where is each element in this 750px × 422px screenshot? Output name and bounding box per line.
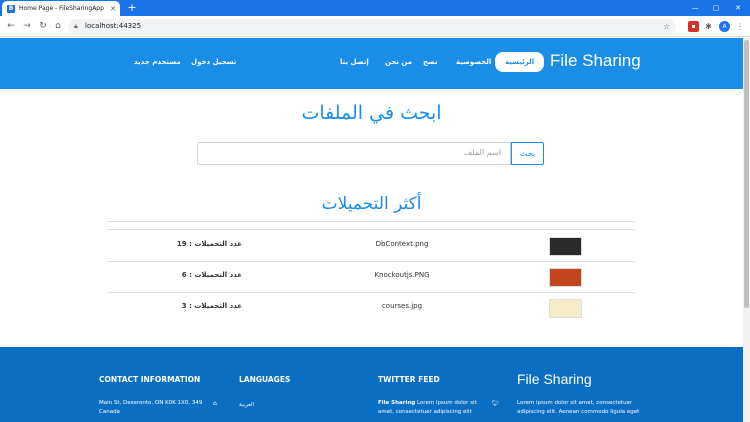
puzzle-icon[interactable]: ✱ — [703, 21, 714, 32]
tab-title: Home Page - FileSharingApp — [19, 5, 104, 12]
footer-twitter-heading: TWITTER FEED — [378, 375, 440, 384]
page-viewport: File Sharing الرئيسية الخصوصية نصح من نح… — [0, 38, 743, 422]
back-icon[interactable]: ← — [5, 20, 17, 32]
site-footer: CONTACT INFORMATION Main St, Deseronto, … — [0, 347, 743, 422]
site-navbar: File Sharing الرئيسية الخصوصية نصح من نح… — [0, 38, 743, 89]
downloads-title: أكثر التحميلات — [321, 194, 422, 214]
footer-address: Main St, Deseronto, ON K0K 1X0, 349 — [99, 400, 203, 406]
twitter-text-1: Lorem ipsum dolor sit — [415, 400, 477, 406]
nav-register[interactable]: مستخدم جديد — [134, 58, 181, 66]
footer-about-1: Lorem ipsum dolor sit amet, consectetuer — [517, 400, 633, 406]
twitter-handle[interactable]: File Sharing — [378, 400, 415, 406]
home-icon[interactable]: ⌂ — [52, 20, 64, 32]
nav-link-advice[interactable]: نصح — [423, 58, 438, 66]
url-text: localhost:44325 — [85, 22, 142, 30]
table-divider — [107, 221, 636, 222]
nav-login[interactable]: تسجيل دخول — [191, 58, 236, 66]
footer-about-2: adipiscing elit. Aenean commodo ligula e… — [517, 409, 640, 415]
maximize-button[interactable]: ▢ — [705, 0, 727, 16]
footer-languages-heading: LANGUAGES — [239, 375, 291, 384]
bookmark-star-icon[interactable]: ☆ — [663, 21, 670, 32]
language-arabic[interactable]: العربية — [239, 401, 254, 410]
minimize-button[interactable]: — — [684, 0, 706, 16]
menu-icon[interactable]: ⋮ — [736, 21, 744, 32]
table-row: DbContext.png عدد التحميلات : 19 — [107, 230, 636, 261]
scrollbar-thumb[interactable] — [744, 40, 749, 308]
footer-contact-heading: CONTACT INFORMATION — [99, 375, 201, 384]
site-brand[interactable]: File Sharing — [550, 51, 641, 71]
search-button[interactable]: بحث — [511, 142, 544, 165]
file-name[interactable]: DbContext.png — [347, 240, 457, 248]
download-count: عدد التحميلات : 19 — [176, 240, 242, 248]
footer-brand: File Sharing — [517, 371, 592, 387]
file-thumbnail[interactable] — [549, 268, 582, 287]
forward-icon[interactable]: → — [21, 20, 33, 32]
twitter-icon[interactable]: 🐦︎ — [492, 400, 500, 407]
footer-country: Canada — [99, 409, 120, 415]
file-thumbnail[interactable] — [549, 299, 582, 318]
search-title: ابحث في الملفات — [301, 102, 442, 124]
tab-close-icon[interactable]: ✕ — [110, 5, 116, 13]
nav-link-privacy[interactable]: الخصوصية — [456, 58, 491, 66]
twitter-text-2: amet, consectetuer adipiscing elit — [378, 409, 472, 415]
home-icon: ⌂ — [213, 400, 217, 407]
lock-icon: 🔒︎ — [74, 22, 78, 30]
reload-icon[interactable]: ↻ — [37, 20, 49, 32]
file-name[interactable]: Knockoutjs.PNG — [347, 271, 457, 279]
twitter-post: File Sharing Lorem ipsum dolor sit — [378, 399, 477, 408]
file-name[interactable]: courses.jpg — [347, 302, 457, 310]
download-count: عدد التحميلات : 3 — [181, 302, 242, 310]
search-input[interactable]: اسم الملف — [197, 142, 511, 165]
tab-strip: B Home Page - FileSharingApp ✕ + — ▢ ✕ — [0, 0, 750, 16]
table-row: courses.jpg عدد التحميلات : 3 — [107, 292, 636, 323]
nav-link-home[interactable]: الرئيسية — [495, 52, 545, 72]
browser-window: B Home Page - FileSharingApp ✕ + — ▢ ✕ ←… — [0, 0, 750, 422]
extension-icon[interactable]: ▪ — [688, 21, 699, 32]
download-count: عدد التحميلات : 6 — [181, 271, 242, 279]
close-window-button[interactable]: ✕ — [727, 0, 749, 16]
file-thumbnail[interactable] — [549, 237, 582, 256]
favicon-icon: B — [7, 4, 15, 13]
address-bar[interactable]: 🔒︎ localhost:44325 ☆ — [68, 19, 676, 34]
table-row: Knockoutjs.PNG عدد التحميلات : 6 — [107, 261, 636, 292]
browser-tab[interactable]: B Home Page - FileSharingApp ✕ — [2, 1, 120, 16]
browser-toolbar: ← → ↻ ⌂ 🔒︎ localhost:44325 ☆ ▪ ✱ A ⋮ — [0, 16, 750, 37]
search-placeholder: اسم الملف — [463, 148, 501, 157]
nav-link-contact[interactable]: إتصل بنا — [340, 58, 369, 66]
profile-avatar[interactable]: A — [719, 21, 730, 32]
new-tab-button[interactable]: + — [126, 2, 138, 14]
nav-link-about[interactable]: من نحن — [385, 58, 412, 66]
